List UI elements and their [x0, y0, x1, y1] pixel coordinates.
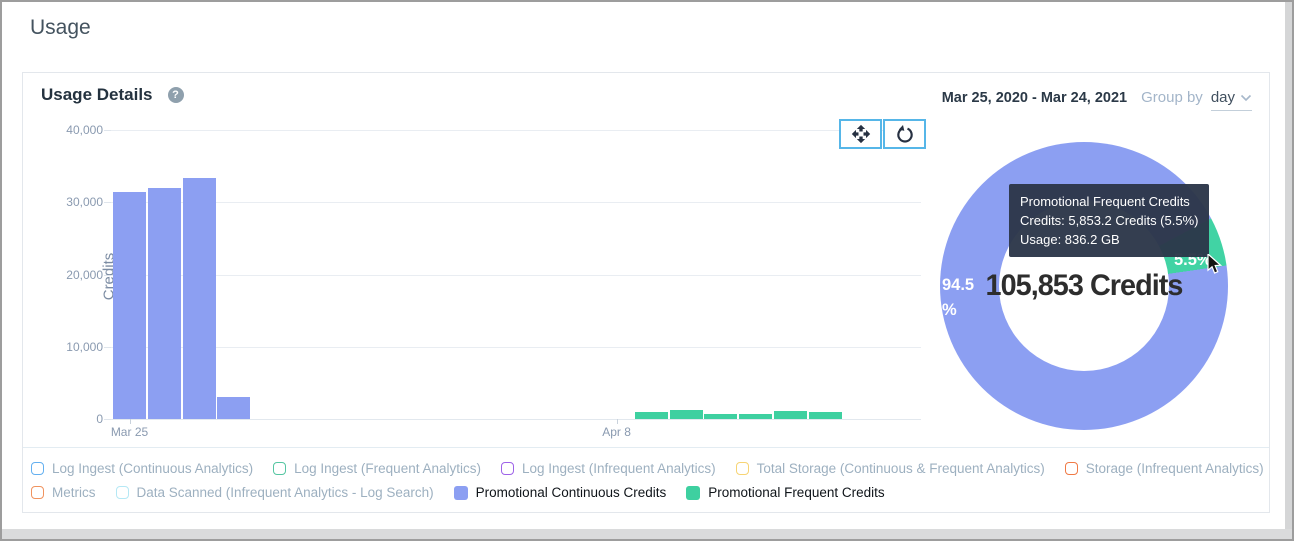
y-tick-mark: [104, 202, 111, 203]
legend-item[interactable]: Promotional Continuous Credits: [454, 485, 667, 500]
y-tick-label: 0: [33, 412, 103, 426]
y-tick-mark: [104, 419, 111, 420]
group-by-control: Group by day: [1141, 89, 1252, 111]
gridline: [111, 202, 921, 203]
legend-item-label: Log Ingest (Continuous Analytics): [52, 461, 253, 476]
x-tick-mark: [130, 419, 131, 424]
legend-item-label: Promotional Frequent Credits: [708, 485, 884, 500]
legend-item-label: Log Ingest (Infrequent Analytics): [522, 461, 716, 476]
legend-item-label: Metrics: [52, 485, 96, 500]
legend-item-label: Data Scanned (Infrequent Analytics - Log…: [137, 485, 434, 500]
x-tick-label: Mar 25: [95, 425, 165, 439]
legend-checkbox[interactable]: [501, 462, 514, 475]
y-tick-mark: [104, 275, 111, 276]
y-tick-label: 20,000: [33, 268, 103, 282]
slice-label-majority: 94.5 %: [942, 273, 992, 323]
pan-button[interactable]: [839, 119, 882, 149]
header-controls: Mar 25, 2020 - Mar 24, 2021 Group by day: [942, 89, 1252, 111]
tooltip-credits: Credits: 5,853.2 Credits (5.5%): [1020, 211, 1198, 230]
tooltip-usage: Usage: 836.2 GB: [1020, 230, 1198, 249]
legend-item[interactable]: Promotional Frequent Credits: [686, 485, 884, 500]
legend-checkbox[interactable]: [736, 462, 749, 475]
legend-item-label: Log Ingest (Frequent Analytics): [294, 461, 481, 476]
chart-toolbar: [839, 119, 926, 149]
y-tick-label: 30,000: [33, 195, 103, 209]
x-tick-mark: [617, 419, 618, 424]
legend-filled-swatch[interactable]: [686, 486, 700, 500]
tooltip-title: Promotional Frequent Credits: [1020, 192, 1198, 211]
legend-row-1: Log Ingest (Continuous Analytics) Log Ing…: [31, 461, 1261, 476]
card-header: Usage Details ?: [41, 85, 184, 105]
chevron-down-icon: [1240, 94, 1252, 102]
page-title: Usage: [30, 16, 91, 40]
legend-item[interactable]: Log Ingest (Infrequent Analytics): [501, 461, 716, 476]
question-mark-icon[interactable]: ?: [168, 87, 184, 103]
bar[interactable]: [635, 412, 668, 419]
legend-item-label: Total Storage (Continuous & Frequent Ana…: [757, 461, 1045, 476]
legend-checkbox[interactable]: [31, 486, 44, 499]
date-range: Mar 25, 2020 - Mar 24, 2021: [942, 90, 1127, 106]
legend-item[interactable]: Data Scanned (Infrequent Analytics - Log…: [116, 485, 434, 500]
horizontal-scrollbar[interactable]: [2, 529, 1292, 540]
mouse-cursor-icon: [1206, 254, 1225, 280]
legend-checkbox[interactable]: [273, 462, 286, 475]
gridline: [111, 130, 921, 131]
legend: Log Ingest (Continuous Analytics) Log Ing…: [23, 447, 1269, 513]
legend-checkbox[interactable]: [116, 486, 129, 499]
bar-chart: Credits: [111, 130, 921, 419]
usage-details-card: Usage Details ? Mar 25, 2020 - Mar 24, 2…: [22, 72, 1270, 513]
group-by-label: Group by: [1141, 89, 1203, 106]
legend-item[interactable]: Log Ingest (Continuous Analytics): [31, 461, 253, 476]
bar[interactable]: [183, 178, 216, 419]
legend-item[interactable]: Total Storage (Continuous & Frequent Ana…: [736, 461, 1045, 476]
y-tick-label: 40,000: [33, 123, 103, 137]
gridline: [111, 347, 921, 348]
bar[interactable]: [217, 397, 250, 419]
bar[interactable]: [739, 414, 772, 419]
legend-item[interactable]: Log Ingest (Frequent Analytics): [273, 461, 481, 476]
legend-item[interactable]: Metrics: [31, 485, 96, 500]
bar[interactable]: [809, 412, 842, 419]
y-tick-mark: [104, 347, 111, 348]
legend-checkbox[interactable]: [31, 462, 44, 475]
y-tick-mark: [104, 130, 111, 131]
bar[interactable]: [704, 414, 737, 419]
reset-button[interactable]: [883, 119, 926, 149]
group-by-value: day: [1211, 89, 1235, 106]
legend-item-label: Promotional Continuous Credits: [476, 485, 667, 500]
legend-filled-swatch[interactable]: [454, 486, 468, 500]
y-tick-label: 10,000: [33, 340, 103, 354]
legend-item-label: Storage (Infrequent Analytics): [1086, 461, 1264, 476]
legend-row-2: Metrics Data Scanned (Infrequent Analytic…: [31, 485, 1261, 500]
bar[interactable]: [670, 410, 703, 419]
bar[interactable]: [113, 192, 146, 419]
app-window: Usage Usage Details ? Mar 25, 2020 - Mar…: [0, 0, 1294, 541]
rotate-left-icon: [895, 124, 915, 144]
legend-checkbox[interactable]: [1065, 462, 1078, 475]
bar[interactable]: [148, 188, 181, 419]
gridline: [111, 275, 921, 276]
vertical-scrollbar[interactable]: [1285, 2, 1293, 529]
bar[interactable]: [774, 411, 807, 419]
card-title: Usage Details: [41, 85, 153, 105]
chart-tooltip: Promotional Frequent Credits Credits: 5,…: [1009, 184, 1209, 257]
group-by-dropdown[interactable]: day: [1211, 89, 1252, 111]
move-icon: [851, 124, 871, 144]
gridline: [111, 419, 921, 420]
legend-item[interactable]: Storage (Infrequent Analytics): [1065, 461, 1264, 476]
x-tick-label: Apr 8: [582, 425, 652, 439]
